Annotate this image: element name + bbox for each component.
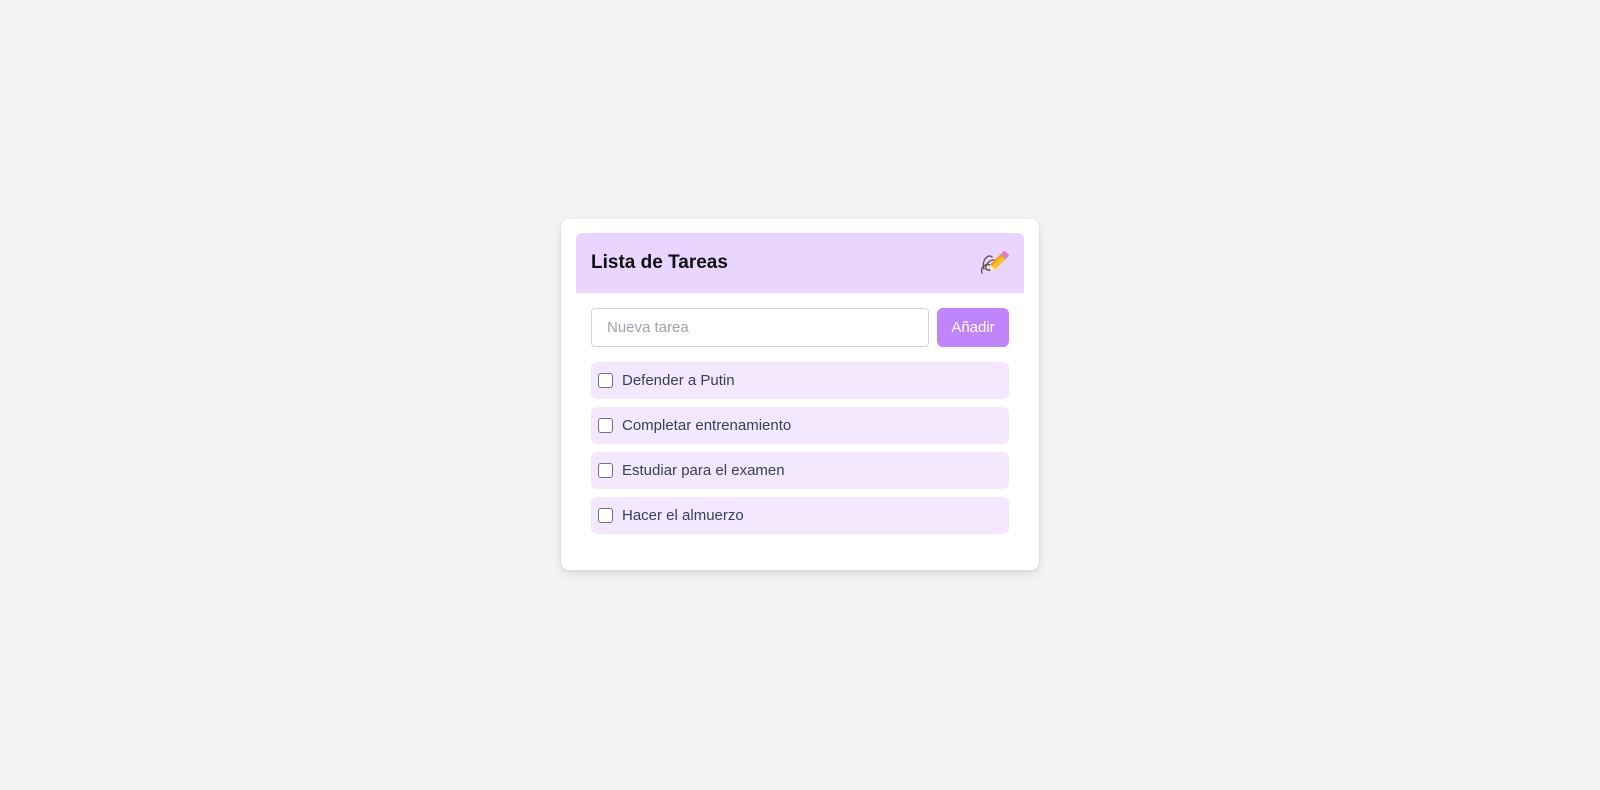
task-checkbox[interactable] — [598, 373, 613, 388]
page: Lista de Tareas Añadir De — [0, 0, 1600, 790]
task-label: Hacer el almuerzo — [622, 507, 744, 524]
task-item[interactable]: Estudiar para el examen — [591, 452, 1009, 489]
task-checkbox[interactable] — [598, 418, 613, 433]
task-item[interactable]: Completar entrenamiento — [591, 407, 1009, 444]
task-item[interactable]: Defender a Putin — [591, 362, 1009, 399]
task-label: Estudiar para el examen — [622, 462, 785, 479]
task-label: Completar entrenamiento — [622, 417, 792, 434]
card-header: Lista de Tareas — [576, 233, 1024, 293]
new-task-form: Añadir — [591, 308, 1009, 347]
add-task-button[interactable]: Añadir — [937, 308, 1009, 347]
task-label: Defender a Putin — [622, 372, 735, 389]
new-task-input[interactable] — [591, 308, 929, 347]
memo-icon — [980, 250, 1009, 274]
task-item[interactable]: Hacer el almuerzo — [591, 497, 1009, 534]
page-title: Lista de Tareas — [591, 252, 728, 273]
todo-card: Lista de Tareas Añadir De — [561, 219, 1039, 570]
task-checkbox[interactable] — [598, 463, 613, 478]
task-checkbox[interactable] — [598, 508, 613, 523]
task-list: Defender a Putin Completar entrenamiento… — [591, 362, 1009, 542]
